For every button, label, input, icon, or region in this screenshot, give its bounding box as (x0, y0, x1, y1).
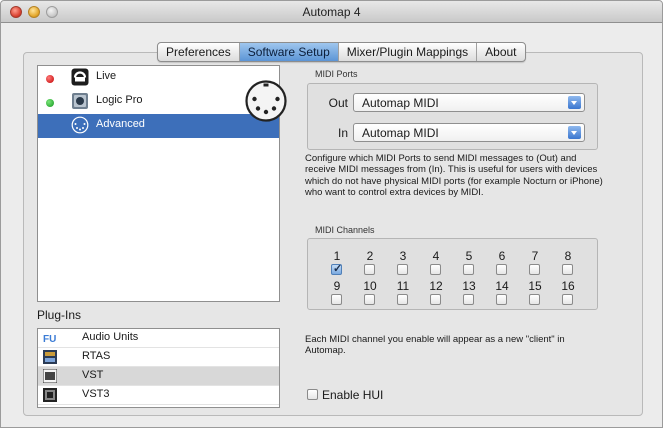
midi-channels-heading: MIDI Channels (315, 225, 375, 235)
midi-channels-note: Each MIDI channel you enable will appear… (305, 334, 565, 357)
channel-number: 16 (561, 279, 575, 293)
audio-units-icon: FU (43, 334, 56, 345)
channel-9-checkbox[interactable] (331, 294, 342, 305)
channel-6-checkbox[interactable] (496, 264, 507, 275)
channel-number: 9 (333, 279, 341, 293)
ableton-live-icon (71, 68, 89, 86)
plugin-label: VST (82, 369, 104, 381)
channel-number: 4 (432, 249, 440, 263)
plugin-item-rtas[interactable]: RTAS (38, 348, 279, 367)
channel-13-checkbox[interactable] (463, 294, 474, 305)
channel-number: 2 (366, 249, 374, 263)
channel-number: 13 (462, 279, 476, 293)
tab-bar: Preferences Software Setup Mixer/Plugin … (157, 42, 526, 62)
channel-7-checkbox[interactable] (529, 264, 540, 275)
in-port-select[interactable]: Automap MIDI (353, 123, 585, 142)
tab-preferences[interactable]: Preferences (158, 43, 240, 61)
channel-number: 3 (399, 249, 407, 263)
automap-window: Automap 4 Preferences Software Setup Mix… (0, 0, 663, 428)
app-item-logic-pro[interactable]: Logic Pro (38, 90, 279, 114)
plugin-item-vst3[interactable]: VST3 (38, 386, 279, 405)
logic-pro-icon (72, 93, 88, 109)
channel-10-checkbox[interactable] (364, 294, 375, 305)
channel-5-checkbox[interactable] (463, 264, 474, 275)
status-red-icon (46, 75, 54, 83)
channel-11-checkbox[interactable] (397, 294, 408, 305)
chevron-down-icon (568, 126, 581, 139)
midi-channels-group: 1 2 3 4 5 6 7 8 ✓ 9 10 11 12 13 14 15 16 (307, 238, 598, 310)
channel-15-checkbox[interactable] (529, 294, 540, 305)
chevron-down-icon (568, 96, 581, 109)
enable-hui-checkbox[interactable] (307, 389, 318, 400)
channel-4-checkbox[interactable] (430, 264, 441, 275)
midi-ports-heading: MIDI Ports (315, 69, 358, 79)
channel-number: 7 (531, 249, 539, 263)
midi-port-icon (71, 116, 89, 134)
channel-number: 6 (498, 249, 506, 263)
in-port-label: In (337, 126, 348, 140)
app-label: Advanced (96, 118, 145, 130)
channel-number: 5 (465, 249, 473, 263)
select-value: Automap MIDI (362, 96, 439, 110)
title-bar[interactable]: Automap 4 (1, 1, 662, 23)
channel-2-checkbox[interactable] (364, 264, 375, 275)
channel-number: 1 (333, 249, 341, 263)
vst-icon (43, 369, 57, 383)
rtas-icon (43, 350, 57, 364)
checkmark-icon: ✓ (333, 263, 343, 275)
channel-3-checkbox[interactable] (397, 264, 408, 275)
app-item-live[interactable]: Live (38, 66, 279, 90)
out-port-label: Out (328, 96, 348, 110)
svg-text:FU: FU (43, 334, 56, 345)
select-value: Automap MIDI (362, 126, 439, 140)
plugin-list[interactable]: FU Audio Units RTAS VST VST3 (37, 328, 280, 408)
enable-hui-label[interactable]: Enable HUI (322, 388, 383, 402)
plugin-label: VST3 (82, 388, 110, 400)
channel-1-checkbox[interactable]: ✓ (331, 263, 343, 275)
midi-ports-group: Out Automap MIDI In Automap MIDI (307, 83, 598, 150)
window-title: Automap 4 (302, 5, 361, 19)
channel-number: 14 (495, 279, 509, 293)
vst3-icon (43, 388, 57, 402)
midi-connector-icon (245, 80, 287, 122)
tab-about[interactable]: About (477, 43, 524, 61)
plugins-heading: Plug-Ins (37, 308, 82, 322)
plugin-label: Audio Units (82, 331, 139, 343)
channel-number: 12 (429, 279, 443, 293)
midi-ports-description: Configure which MIDI Ports to send MIDI … (305, 153, 603, 199)
channel-16-checkbox[interactable] (562, 294, 573, 305)
out-port-select[interactable]: Automap MIDI (353, 93, 585, 112)
channel-number: 11 (396, 279, 410, 293)
app-label: Live (96, 70, 117, 82)
plugin-label: RTAS (82, 350, 111, 362)
app-label: Logic Pro (96, 94, 143, 106)
channel-12-checkbox[interactable] (430, 294, 441, 305)
plugin-item-audio-units[interactable]: FU Audio Units (38, 329, 279, 348)
tab-mixer-plugin-mappings[interactable]: Mixer/Plugin Mappings (339, 43, 478, 61)
tab-software-setup[interactable]: Software Setup (239, 43, 339, 61)
channel-14-checkbox[interactable] (496, 294, 507, 305)
channel-number: 8 (564, 249, 572, 263)
app-item-advanced[interactable]: Advanced (38, 114, 279, 138)
channel-number: 10 (363, 279, 377, 293)
plugin-item-vst[interactable]: VST (38, 367, 279, 386)
channel-8-checkbox[interactable] (562, 264, 573, 275)
status-green-icon (46, 99, 54, 107)
channel-number: 15 (528, 279, 542, 293)
